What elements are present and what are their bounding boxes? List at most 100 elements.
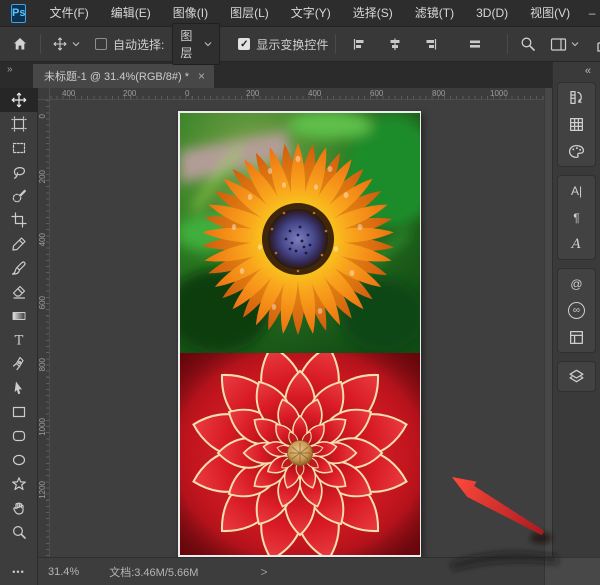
align-right-icon (424, 37, 438, 51)
tool-rounded-rectangle[interactable] (0, 424, 38, 448)
character-styles-panel-button[interactable]: @ (558, 270, 595, 297)
window-controls: – □ × (581, 0, 600, 26)
document-tab-bar: » 未标题-1 @ 31.4%(RGB/8#) * × (0, 62, 552, 88)
move-icon (53, 37, 67, 51)
auto-select-checkbox[interactable] (95, 38, 107, 50)
red-arrow-icon (452, 477, 544, 535)
status-bar: 31.4% 文档:3.46M/5.66M > (38, 557, 552, 585)
ruler-label: 400 (38, 233, 49, 246)
lasso-tool-icon (11, 164, 27, 180)
dock-group-2: A| ¶ A (558, 176, 595, 259)
show-transform-checkbox[interactable]: ✓ (238, 38, 250, 50)
menu-type[interactable]: 文字(Y) (280, 0, 342, 26)
tab-close-icon[interactable]: × (198, 69, 205, 83)
color-panel-button[interactable] (558, 138, 595, 165)
horizontal-ruler: 400 200 0 200 400 600 800 1000 1 (38, 88, 544, 100)
tool-crop[interactable] (0, 208, 38, 232)
character-panel-button[interactable]: A| (558, 177, 595, 204)
tool-zoom[interactable] (0, 520, 38, 544)
pen-tool-icon (11, 356, 27, 372)
collapse-panels-icon[interactable]: « (553, 62, 600, 80)
show-transform-option[interactable]: ✓ 显示变换控件 (238, 36, 328, 53)
tool-frame[interactable] (0, 112, 38, 136)
document-tab[interactable]: 未标题-1 @ 31.4%(RGB/8#) * × (33, 64, 214, 88)
ruler-label: 800 (38, 358, 49, 371)
menu-edit[interactable]: 编辑(E) (100, 0, 162, 26)
custom-shape-tool-icon (11, 476, 27, 492)
ruler-label: 200 (38, 170, 49, 183)
menu-3d[interactable]: 3D(D) (465, 0, 519, 26)
menu-select[interactable]: 选择(S) (342, 0, 404, 26)
menu-items: 文件(F) 编辑(E) 图像(I) 图层(L) 文字(Y) 选择(S) 滤镜(T… (38, 0, 581, 26)
rounded-rectangle-tool-icon (11, 428, 27, 444)
move-tool-preset-button[interactable] (48, 31, 85, 57)
tool-path-select[interactable] (0, 376, 38, 400)
tool-rectangle[interactable] (0, 400, 38, 424)
search-button[interactable] (515, 31, 541, 57)
tool-selection-brush[interactable] (0, 184, 38, 208)
share-button[interactable] (590, 31, 600, 57)
layers-panel-button[interactable] (558, 363, 595, 390)
swatches-panel-button[interactable] (558, 111, 595, 138)
chevron-down-icon (571, 41, 579, 47)
home-icon (12, 36, 28, 52)
character-icon: A| (571, 184, 582, 198)
eraser-tool-icon (11, 284, 27, 300)
tool-pen[interactable] (0, 352, 38, 376)
distribute-icon (468, 37, 482, 51)
properties-icon (568, 329, 585, 346)
ruler-label: 0 (185, 89, 189, 98)
gradient-tool-icon (11, 308, 27, 324)
align-right-button[interactable] (419, 31, 443, 57)
ruler-label: 600 (38, 296, 49, 309)
tool-brush[interactable] (0, 256, 38, 280)
history-icon (568, 89, 585, 106)
auto-select-target-dropdown[interactable]: 图层 (172, 23, 220, 65)
tool-gradient[interactable] (0, 304, 38, 328)
ruler-label: 200 (123, 89, 136, 98)
divider (335, 34, 336, 54)
status-options-chevron[interactable]: > (260, 565, 267, 579)
tool-custom-shape[interactable] (0, 472, 38, 496)
align-center-button[interactable] (383, 31, 407, 57)
workspace-icon (550, 37, 567, 52)
vertical-ruler: 0 200 400 600 800 1000 1200 (38, 100, 50, 557)
menu-filter[interactable]: 滤镜(T) (404, 0, 465, 26)
tool-move[interactable] (0, 88, 38, 112)
distribute-button[interactable] (463, 31, 487, 57)
home-button[interactable] (7, 31, 33, 57)
menu-file[interactable]: 文件(F) (38, 0, 99, 26)
menu-layer[interactable]: 图层(L) (219, 0, 280, 26)
color-palette-icon (568, 143, 585, 160)
expand-panels-icon[interactable]: » (7, 64, 12, 75)
paragraph-panel-button[interactable]: ¶ (558, 204, 595, 231)
menu-view[interactable]: 视图(V) (519, 0, 581, 26)
zoom-level-field[interactable]: 31.4% (48, 566, 79, 578)
tool-type[interactable]: T (0, 328, 38, 352)
properties-panel-button[interactable] (558, 324, 595, 351)
history-panel-button[interactable] (558, 84, 595, 111)
align-center-icon (388, 37, 402, 51)
tool-lasso[interactable] (0, 160, 38, 184)
creative-cloud-icon: ∞ (568, 302, 585, 319)
status-bar-corner (544, 557, 600, 585)
edit-toolbar-more-icon[interactable]: ••• (12, 567, 24, 577)
tool-eraser[interactable] (0, 280, 38, 304)
marquee-tool-icon (11, 140, 27, 156)
tool-eyedropper[interactable] (0, 232, 38, 256)
photoshop-logo-icon[interactable]: Ps (11, 4, 26, 23)
minimize-button[interactable]: – (581, 0, 600, 26)
tool-ellipse[interactable] (0, 448, 38, 472)
ruler-label: 400 (62, 89, 75, 98)
paragraph-icon: ¶ (573, 211, 579, 225)
align-left-button[interactable] (347, 31, 371, 57)
glyphs-panel-button[interactable]: A (558, 231, 595, 258)
at-icon: @ (570, 277, 582, 291)
tool-hand[interactable] (0, 496, 38, 520)
workspace-switcher-button[interactable] (545, 31, 584, 57)
libraries-panel-button[interactable]: ∞ (558, 297, 595, 324)
ruler-label: 400 (308, 89, 321, 98)
auto-select-option[interactable]: 自动选择: (95, 36, 164, 53)
tool-marquee[interactable] (0, 136, 38, 160)
document-canvas[interactable] (178, 111, 421, 557)
